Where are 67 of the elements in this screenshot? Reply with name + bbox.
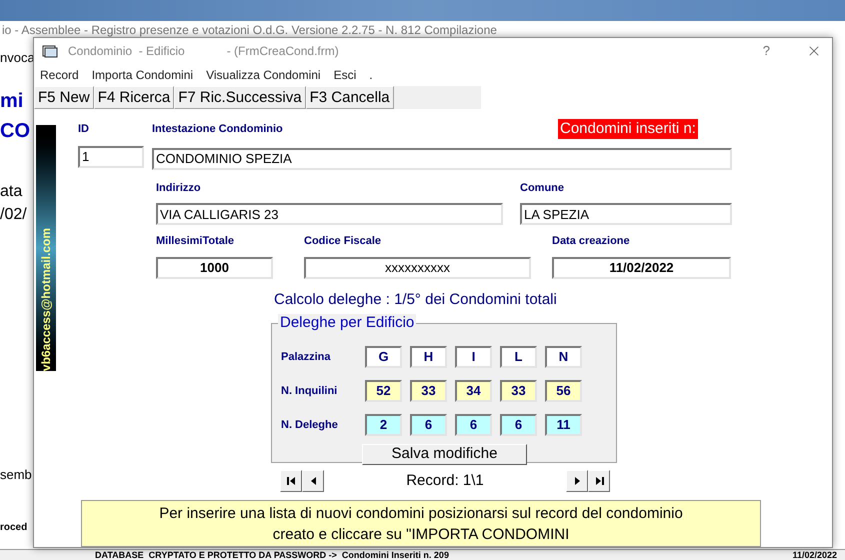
groupbox-title: Deleghe per Edificio [278,314,416,332]
menu-item[interactable]: Importa Condomini [92,66,194,84]
value-cell: 33 [500,380,537,402]
value-cell: N [545,346,582,368]
help-button[interactable]: ? [762,41,770,61]
info-note: Per inserire una lista di nuovi condomini posizionarsi sul record del condominio creato e cliccare su "IMPORTA CONDOMINI [81,500,761,547]
prev-record-button[interactable] [302,470,324,492]
value-cell: 52 [365,380,402,402]
text-field[interactable]: VIA CALLIGARIS 23 [156,203,503,225]
background-text: roced [0,521,28,535]
row-label: N. Deleghe [281,418,339,433]
value-cell: 33 [410,380,447,402]
counter-label: Condomini inseriti n: [558,119,698,139]
status-date: 11/02/2022 [792,550,837,560]
value-cell: I [455,346,492,368]
last-record-button[interactable] [588,470,610,492]
menu-item[interactable]: Esci [334,66,356,84]
value-cell: 2 [365,414,402,436]
first-record-button[interactable] [280,470,302,492]
field-label: Data creazione [552,234,631,249]
calculation-caption: Calcolo deleghe : 1/5° dei Condomini totali [274,290,558,310]
background-text: semb [0,466,32,484]
field-label: MillesimiTotale [156,234,236,249]
text-field[interactable]: LA SPEZIA [520,203,732,225]
value-cell: H [410,346,447,368]
toolbar-button[interactable]: F5 New [34,86,94,109]
text-field[interactable]: xxxxxxxxxx [304,256,531,278]
dialog-title: Condominio - Edificio [68,43,185,60]
form-name: - (FrmCreaCond.frm) [226,43,339,60]
value-cell: 6 [500,414,537,436]
menu-item[interactable]: Record [40,66,79,84]
background-text: CO [0,119,30,144]
value-cell: 34 [455,380,492,402]
menu-item[interactable]: Visualizza Condomini [206,66,321,84]
field-label: Intestazione Condominio [152,122,284,137]
value-cell: L [500,346,537,368]
toolbar-button[interactable]: F7 Ric.Successiva [174,86,306,109]
background-text: /02/ [0,205,27,225]
text-field[interactable]: CONDOMINIO SPEZIA [152,148,732,170]
toolbar-button[interactable]: F3 Cancella [306,86,394,109]
background-text: ata [0,182,22,202]
menu-item[interactable]: . [369,66,373,84]
window-title: io - Assemblee - Registro presenze e votazioni O.d.G. Versione 2.2.75 - N. 812 Compilazione [2,22,497,38]
text-field[interactable]: 1000 [156,256,273,278]
form-icon [42,44,58,58]
field-label: ID [78,122,90,137]
background-text: nvoca [0,49,35,67]
value-cell: 6 [410,414,447,436]
text-field[interactable]: 1 [78,146,144,168]
row-label: N. Inquilini [281,384,338,399]
value-cell: 11 [545,414,582,436]
record-counter: Record: 1\1 [405,470,485,491]
field-label: Indirizzo [156,180,202,196]
skip-arrow-icon [284,474,298,488]
row-label: Palazzina [281,350,332,365]
value-cell: G [365,346,402,368]
background-text: mi [0,89,24,114]
toolbar-button[interactable]: F4 Ricerca [94,86,174,109]
value-cell: 56 [545,380,582,402]
status-text: DATABASE CRYPTATO E PROTETTO DA PASSWORD -> Condomini Inseriti n. 209 [95,550,449,560]
field-label: Comune [520,180,565,196]
side-banner: vb6access@hotmail.com [36,125,56,371]
field-label: Codice Fiscale [304,234,382,249]
text-field[interactable]: 11/02/2022 [552,256,731,278]
value-cell: 6 [455,414,492,436]
save-button[interactable]: Salva modifiche [362,444,527,464]
next-record-button[interactable] [566,470,588,492]
